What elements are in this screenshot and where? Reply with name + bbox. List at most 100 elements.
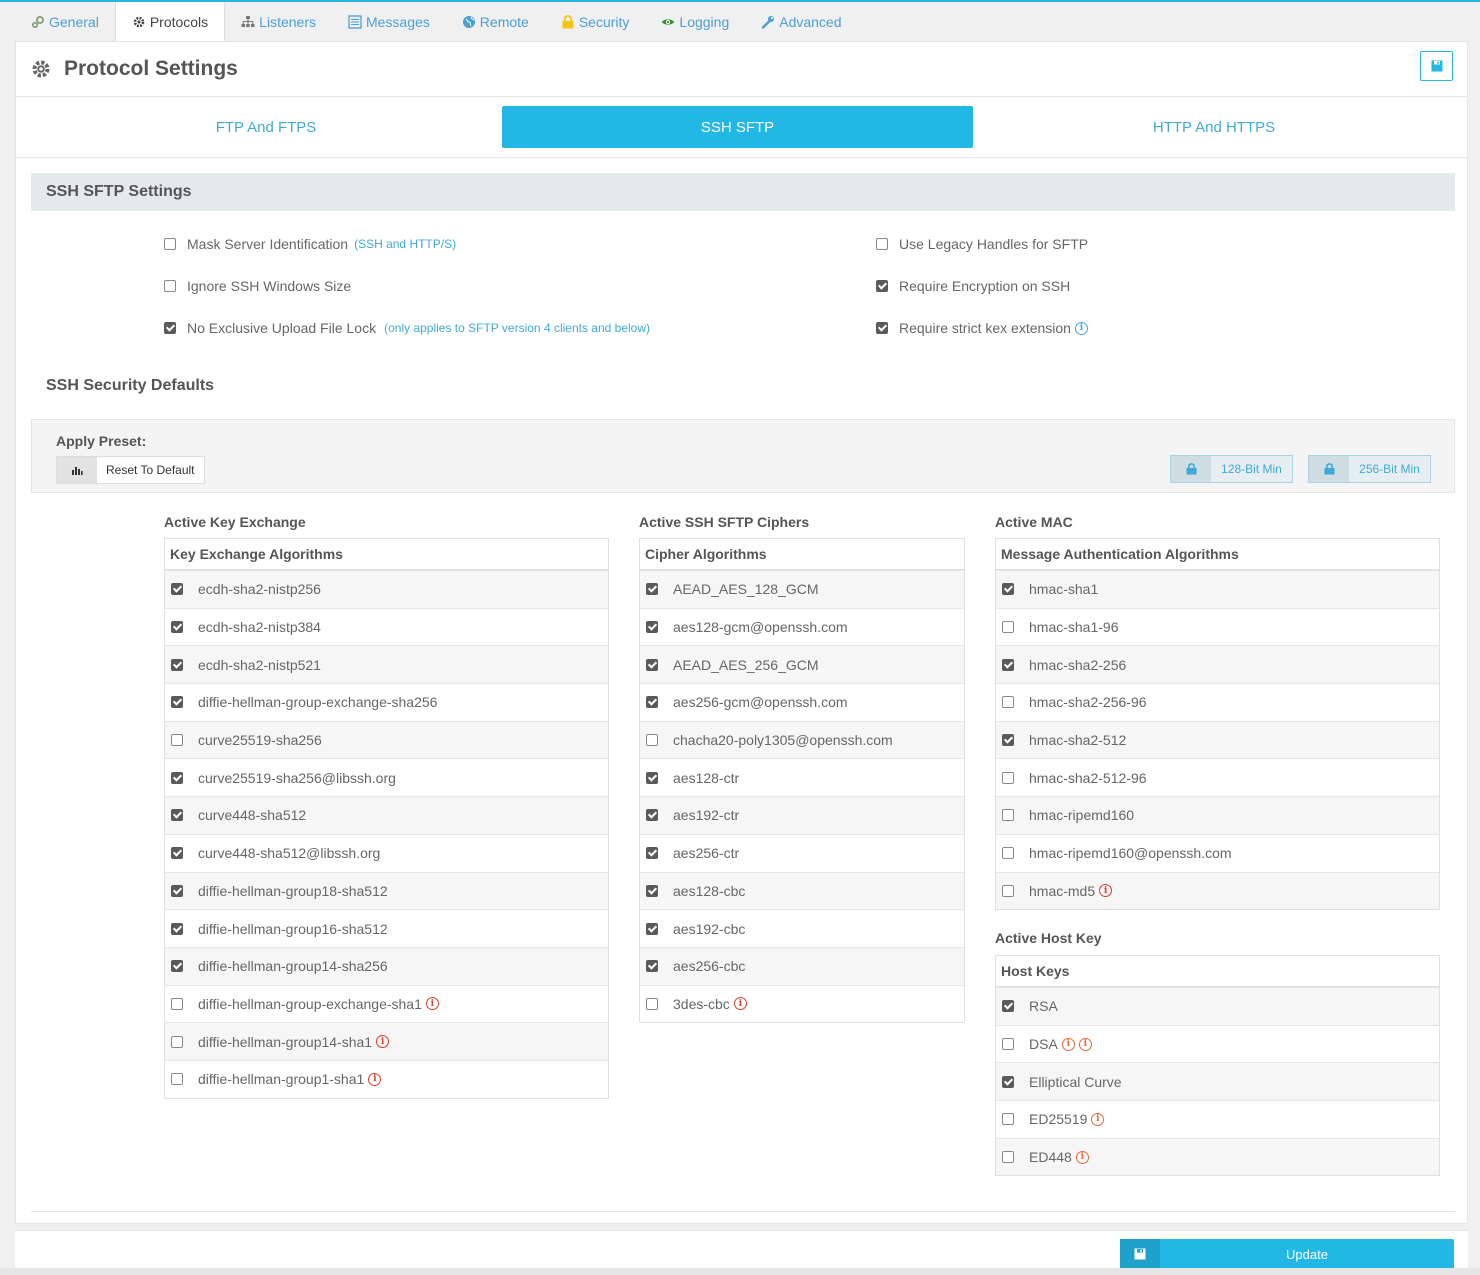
- list-item[interactable]: RSA: [996, 987, 1439, 1025]
- subtab-ssh-sftp[interactable]: SSH SFTP: [502, 106, 973, 148]
- list-item[interactable]: hmac-sha2-512-96: [996, 758, 1439, 796]
- option-no-exclusive[interactable]: No Exclusive Upload File Lock (only appl…: [164, 320, 650, 336]
- option-strict-kex[interactable]: Require strict kex extension i: [876, 320, 1088, 336]
- list-item[interactable]: AEAD_AES_256_GCM: [640, 645, 964, 684]
- algorithm-checkbox[interactable]: [171, 658, 183, 671]
- algorithm-checkbox[interactable]: [171, 583, 183, 596]
- list-item[interactable]: Elliptical Curve: [996, 1062, 1439, 1101]
- tab-listeners[interactable]: Listeners: [225, 2, 332, 41]
- list-item[interactable]: aes192-ctr: [640, 796, 964, 834]
- warning-info-icon[interactable]: i: [1075, 1150, 1089, 1164]
- list-item[interactable]: hmac-sha1: [996, 570, 1439, 608]
- list-item[interactable]: ED448 i: [996, 1137, 1439, 1176]
- algorithm-checkbox[interactable]: [171, 1035, 183, 1048]
- warning-info-icon[interactable]: i: [1061, 1037, 1075, 1051]
- algorithm-checkbox[interactable]: [646, 922, 658, 935]
- algorithm-checkbox[interactable]: [646, 960, 658, 973]
- tab-protocols[interactable]: Protocols: [114, 2, 226, 41]
- update-button[interactable]: Update: [1120, 1239, 1454, 1269]
- list-item[interactable]: hmac-sha1-96: [996, 607, 1439, 646]
- tab-messages[interactable]: Messages: [332, 2, 446, 41]
- algorithm-checkbox[interactable]: [171, 771, 183, 784]
- algorithm-checkbox[interactable]: [1002, 1038, 1014, 1051]
- tab-general[interactable]: General: [15, 2, 115, 41]
- list-item[interactable]: aes128-cbc: [640, 871, 964, 910]
- tab-advanced[interactable]: Advanced: [745, 2, 857, 41]
- option-legacy-handles[interactable]: Use Legacy Handles for SFTP: [876, 236, 1088, 252]
- list-item[interactable]: diffie-hellman-group-exchange-sha256: [165, 683, 608, 721]
- list-item[interactable]: diffie-hellman-group1-sha1 i: [165, 1059, 608, 1098]
- algorithm-checkbox[interactable]: [646, 658, 658, 671]
- warning-info-icon[interactable]: i: [733, 997, 747, 1011]
- warning-info-icon[interactable]: i: [425, 997, 439, 1011]
- algorithm-checkbox[interactable]: [1002, 583, 1014, 596]
- algorithm-checkbox[interactable]: [646, 734, 658, 747]
- subtab-http[interactable]: HTTP And HTTPS: [978, 106, 1450, 148]
- algorithm-checkbox[interactable]: [646, 696, 658, 709]
- list-item[interactable]: curve25519-sha256: [165, 720, 608, 759]
- list-item[interactable]: ecdh-sha2-nistp521: [165, 645, 608, 684]
- strict-kex-checkbox[interactable]: [876, 322, 888, 334]
- list-item[interactable]: aes128-gcm@openssh.com: [640, 607, 964, 646]
- list-item[interactable]: curve448-sha512@libssh.org: [165, 833, 608, 872]
- preset-128-bit-button[interactable]: 128-Bit Min: [1170, 455, 1293, 483]
- list-item[interactable]: chacha20-poly1305@openssh.com: [640, 720, 964, 759]
- list-item[interactable]: hmac-ripemd160: [996, 796, 1439, 834]
- algorithm-checkbox[interactable]: [1002, 771, 1014, 784]
- algorithm-checkbox[interactable]: [171, 922, 183, 935]
- algorithm-checkbox[interactable]: [171, 997, 183, 1010]
- algorithm-checkbox[interactable]: [646, 884, 658, 897]
- subtab-ftp[interactable]: FTP And FTPS: [31, 106, 501, 148]
- mask-server-checkbox[interactable]: [164, 238, 176, 250]
- list-item[interactable]: curve448-sha512: [165, 796, 608, 834]
- algorithm-checkbox[interactable]: [646, 771, 658, 784]
- legacy-handles-checkbox[interactable]: [876, 238, 888, 250]
- list-item[interactable]: DSA i i: [996, 1024, 1439, 1063]
- algorithm-checkbox[interactable]: [171, 847, 183, 860]
- algorithm-checkbox[interactable]: [171, 809, 183, 822]
- algorithm-checkbox[interactable]: [171, 960, 183, 973]
- list-item[interactable]: ecdh-sha2-nistp256: [165, 570, 608, 608]
- algorithm-checkbox[interactable]: [646, 621, 658, 634]
- list-item[interactable]: ecdh-sha2-nistp384: [165, 607, 608, 646]
- list-item[interactable]: aes256-cbc: [640, 946, 964, 985]
- algorithm-checkbox[interactable]: [171, 621, 183, 634]
- option-mask-server[interactable]: Mask Server Identification (SSH and HTTP…: [164, 236, 456, 252]
- list-item[interactable]: AEAD_AES_128_GCM: [640, 570, 964, 608]
- tab-security[interactable]: Security: [545, 2, 646, 41]
- algorithm-checkbox[interactable]: [1002, 696, 1014, 709]
- list-item[interactable]: aes256-ctr: [640, 833, 964, 872]
- info-icon[interactable]: i: [1074, 321, 1088, 335]
- list-item[interactable]: hmac-sha2-256-96: [996, 683, 1439, 721]
- algorithm-checkbox[interactable]: [1002, 1113, 1014, 1126]
- require-encryption-checkbox[interactable]: [876, 280, 888, 292]
- list-item[interactable]: diffie-hellman-group16-sha512: [165, 909, 608, 947]
- list-item[interactable]: hmac-md5 i: [996, 871, 1439, 910]
- algorithm-checkbox[interactable]: [171, 884, 183, 897]
- algorithm-checkbox[interactable]: [1002, 1000, 1014, 1013]
- save-button[interactable]: [1420, 51, 1453, 81]
- algorithm-checkbox[interactable]: [1002, 658, 1014, 671]
- warning-info-icon[interactable]: i: [1091, 1112, 1105, 1126]
- algorithm-checkbox[interactable]: [1002, 884, 1014, 897]
- algorithm-checkbox[interactable]: [646, 809, 658, 822]
- list-item[interactable]: ED25519 i: [996, 1100, 1439, 1138]
- algorithm-checkbox[interactable]: [1002, 621, 1014, 634]
- warning-info-icon[interactable]: i: [368, 1072, 382, 1086]
- list-item[interactable]: diffie-hellman-group18-sha512: [165, 871, 608, 910]
- algorithm-checkbox[interactable]: [1002, 1075, 1014, 1088]
- tab-remote[interactable]: Remote: [446, 2, 545, 41]
- algorithm-checkbox[interactable]: [171, 696, 183, 709]
- reset-to-default-button[interactable]: Reset To Default: [56, 456, 205, 484]
- list-item[interactable]: diffie-hellman-group-exchange-sha1 i: [165, 984, 608, 1023]
- list-item[interactable]: curve25519-sha256@libssh.org: [165, 758, 608, 796]
- list-item[interactable]: aes256-gcm@openssh.com: [640, 683, 964, 721]
- warning-info-icon[interactable]: i: [376, 1035, 390, 1049]
- list-item[interactable]: aes192-cbc: [640, 909, 964, 947]
- list-item[interactable]: hmac-ripemd160@openssh.com: [996, 833, 1439, 872]
- preset-256-bit-button[interactable]: 256-Bit Min: [1308, 455, 1431, 483]
- algorithm-checkbox[interactable]: [1002, 809, 1014, 822]
- list-item[interactable]: aes128-ctr: [640, 758, 964, 796]
- algorithm-checkbox[interactable]: [1002, 734, 1014, 747]
- horizontal-scrollbar[interactable]: [0, 1268, 1480, 1275]
